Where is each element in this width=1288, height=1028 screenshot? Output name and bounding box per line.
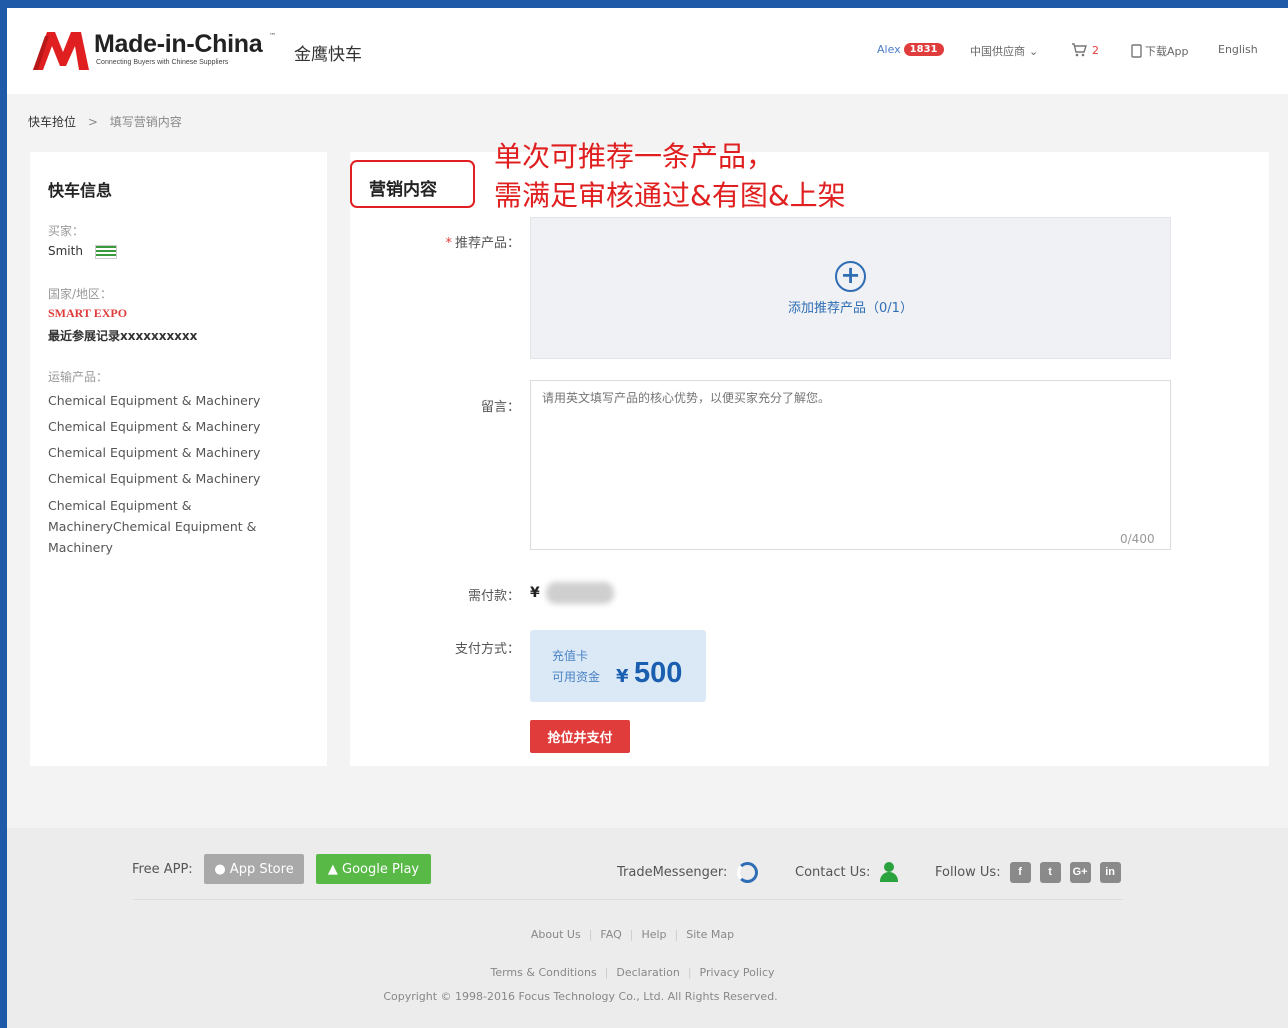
breadcrumb-root[interactable]: 快车抢位 — [28, 115, 76, 129]
list-item: Chemical Equipment & Machinery — [48, 471, 261, 486]
add-product-area[interactable]: + 添加推荐产品（0/1） — [530, 217, 1171, 359]
google-play-button[interactable]: ▲ Google Play — [316, 854, 431, 884]
trade-messenger-link[interactable]: TradeMessenger: — [617, 862, 759, 883]
app-store-button[interactable]: ● App Store — [204, 854, 304, 884]
declaration-link[interactable]: Declaration — [616, 966, 679, 979]
page-frame: Made-in-China ™ Connecting Buyers with C… — [7, 8, 1288, 1028]
marketing-content-panel: 营销内容 单次可推荐一条产品， 需满足审核通过&有图&上架 * 推荐产品： + 添… — [350, 140, 1269, 766]
app-store-label: App Store — [229, 861, 294, 877]
facebook-icon[interactable]: f — [1009, 862, 1031, 883]
grab-and-pay-button[interactable]: 抢位并支付 — [530, 720, 630, 753]
about-us-link[interactable]: About Us — [531, 928, 581, 941]
footer-divider — [133, 899, 1123, 900]
user-menu[interactable]: Alex 1831 — [877, 43, 944, 56]
required-mark: * — [445, 236, 452, 251]
message-count-badge: 1831 — [903, 43, 944, 56]
site-header: Made-in-China ™ Connecting Buyers with C… — [7, 8, 1288, 94]
message-label: 留言： — [480, 400, 520, 415]
google-plus-icon[interactable]: G+ — [1069, 862, 1091, 883]
currency-symbol: ¥ — [530, 585, 540, 601]
add-product-link[interactable]: 添加推荐产品（0/1） — [531, 297, 1170, 316]
chevron-down-icon: ⌄ — [1029, 44, 1039, 58]
list-item: Chemical Equipment & Machinery — [48, 445, 261, 460]
payable-amount: ¥ — [530, 582, 614, 604]
site-footer: Free APP: ● App Store ▲ Google Play Trad… — [7, 828, 1288, 1028]
brand-name: Made-in-China — [94, 30, 263, 58]
person-icon — [880, 862, 899, 882]
trade-messenger-icon — [737, 862, 759, 883]
supplier-menu-label: 中国供应商 — [970, 45, 1025, 58]
product-name: 金鹰快车 — [294, 45, 362, 65]
supplier-menu[interactable]: 中国供应商 ⌄ — [970, 43, 1038, 59]
twitter-icon[interactable]: t — [1039, 862, 1061, 883]
download-app-link[interactable]: 下载App — [1131, 43, 1189, 59]
site-map-link[interactable]: Site Map — [686, 928, 734, 941]
android-icon: ▲ — [327, 861, 338, 877]
annotation-line: 单次可推荐一条产品， — [494, 140, 775, 173]
product-list: Chemical Equipment & Machinery Chemical … — [48, 388, 298, 558]
google-play-label: Google Play — [342, 861, 420, 877]
phone-icon — [1131, 44, 1142, 58]
linkedin-icon[interactable]: in — [1099, 862, 1121, 883]
expo-name: SMART EXPO — [48, 306, 128, 320]
plus-circle-icon[interactable]: + — [835, 261, 866, 292]
products-label: 运输产品： — [48, 370, 109, 384]
country-label: 国家/地区： — [48, 287, 113, 301]
cart-link[interactable]: 2 — [1071, 43, 1099, 57]
buyer-name: Smith — [48, 244, 83, 258]
buyer-label: 买家： — [48, 224, 85, 238]
footer-links-primary: About Us | FAQ | Help | Site Map — [530, 928, 735, 941]
list-item: Chemical Equipment & Machinery — [48, 393, 261, 408]
brand-trademark: ™ — [269, 32, 276, 40]
privacy-policy-link[interactable]: Privacy Policy — [700, 966, 775, 979]
copyright: Copyright © 1998-2016 Focus Technology C… — [383, 990, 778, 1003]
contact-us-label: Contact Us: — [795, 864, 871, 880]
buyer-value: Smith — [48, 244, 117, 259]
blurred-amount — [545, 582, 614, 604]
recent-expo-record: 最近参展记录xxxxxxxxxx — [48, 329, 198, 343]
breadcrumb: 快车抢位 > 填写营销内容 — [28, 113, 182, 130]
panel-title: 快车信息 — [48, 181, 113, 200]
prepaid-card-option[interactable]: 充值卡 可用资金 ¥ 500 — [530, 630, 706, 702]
follow-us: Follow Us: f t G+ in — [935, 862, 1121, 883]
payable-label: 需付款： — [467, 589, 520, 604]
express-info-panel: 快车信息 买家： Smith 国家/地区： SMART EXPO 最近参展记录x… — [30, 152, 327, 766]
faq-link[interactable]: FAQ — [600, 928, 621, 941]
user-name: Alex — [877, 43, 901, 56]
available-funds-label: 可用资金 — [552, 670, 601, 684]
message-char-counter: 0/400 — [1120, 532, 1155, 546]
apple-icon: ● — [214, 861, 226, 877]
cart-icon — [1072, 43, 1087, 57]
cart-count: 2 — [1092, 43, 1099, 57]
trade-messenger-label: TradeMessenger: — [617, 865, 728, 880]
list-item: Chemical Equipment & Machinery — [48, 419, 261, 434]
recommend-product-text: 推荐产品： — [454, 236, 520, 251]
message-input[interactable] — [530, 380, 1171, 550]
made-in-china-logo-icon[interactable] — [33, 26, 89, 70]
list-item: Chemical Equipment & MachineryChemical E… — [48, 498, 257, 555]
follow-us-label: Follow Us: — [935, 865, 1001, 880]
breadcrumb-current: 填写营销内容 — [109, 115, 182, 129]
terms-link[interactable]: Terms & Conditions — [490, 966, 596, 979]
annotation-line: 需满足审核通过&有图&上架 — [494, 179, 846, 212]
contact-us-link[interactable]: Contact Us: — [795, 862, 899, 882]
annotation: 单次可推荐一条产品， 需满足审核通过&有图&上架 — [494, 137, 846, 215]
free-app-label: Free APP: — [132, 862, 193, 877]
section-title: 营销内容 — [369, 180, 437, 200]
help-link[interactable]: Help — [641, 928, 666, 941]
brand-tagline: Connecting Buyers with Chinese Suppliers — [96, 59, 229, 66]
download-app-label: 下载App — [1145, 45, 1189, 58]
footer-links-legal: Terms & Conditions | Declaration | Privacy P… — [490, 966, 775, 979]
breadcrumb-separator: > — [87, 115, 98, 129]
language-switch[interactable]: English — [1218, 43, 1258, 56]
payment-method-label: 支付方式： — [454, 642, 520, 657]
available-amount: 500 — [634, 657, 683, 689]
available-currency: ¥ — [616, 666, 629, 687]
country-flag-icon — [94, 244, 117, 259]
card-type: 充值卡 — [552, 649, 589, 663]
recommend-product-label: * 推荐产品： — [350, 232, 520, 251]
